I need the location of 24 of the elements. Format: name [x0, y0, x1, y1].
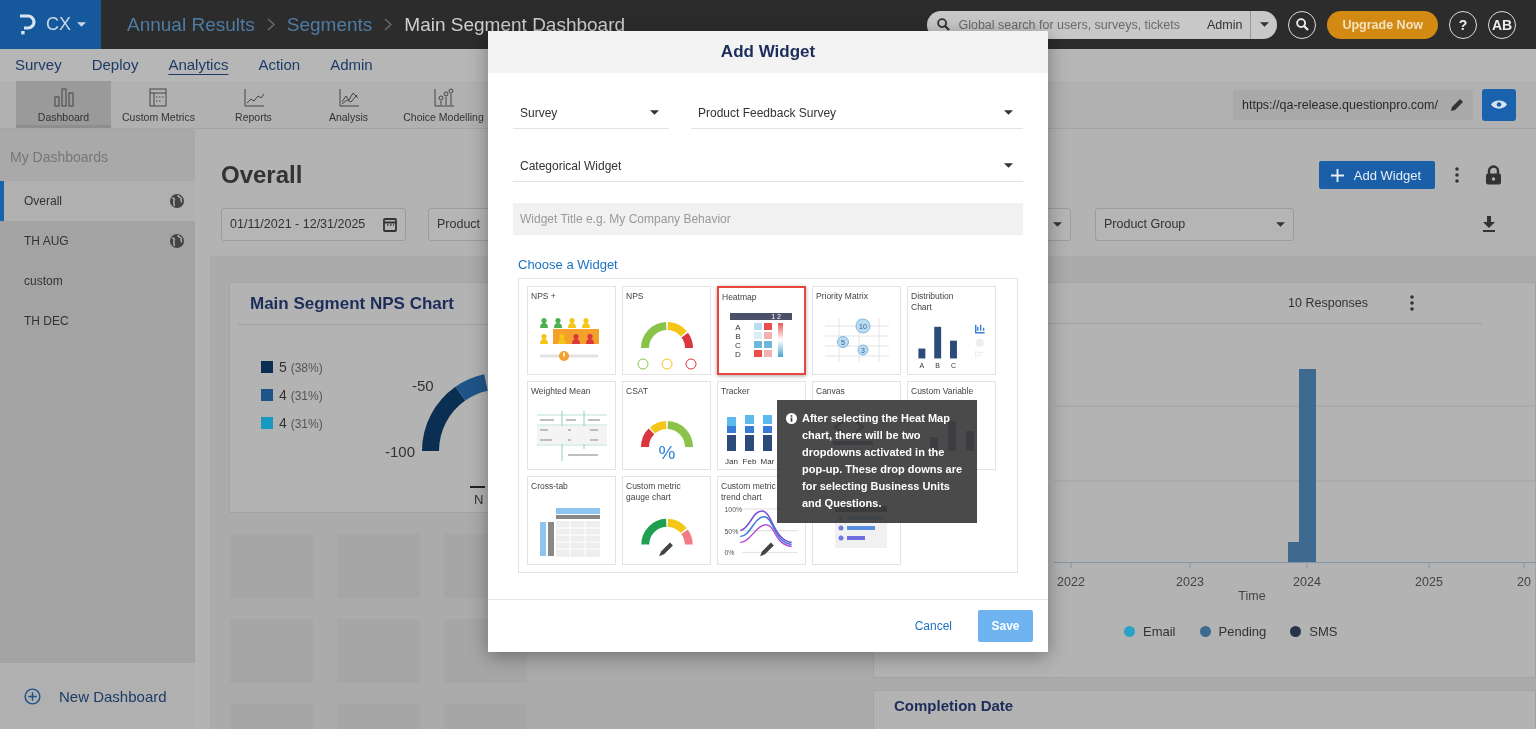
dialog-title: Add Widget: [720, 42, 816, 62]
legend-label: 4 (31%): [279, 387, 323, 403]
legend-label: 5 (38%): [279, 359, 323, 375]
axis-tick-label: 2022: [1057, 575, 1085, 589]
axis-title: Time: [1238, 589, 1266, 603]
card-title: Main Segment NPS Chart: [250, 293, 455, 314]
axis-tick-label: 2024: [1293, 575, 1321, 589]
gauge-drawing: %: [628, 407, 705, 467]
axis-label: N: [474, 492, 484, 507]
gauge-label: -50: [412, 377, 434, 394]
gauge-label: -100: [385, 443, 416, 460]
url-text: https://qa-release.questionpro.com/: [1242, 97, 1438, 112]
axis-tick-label: 2023: [1176, 575, 1204, 589]
section-heading: Choose a Widget: [518, 257, 619, 273]
legend-label: SMS: [1309, 624, 1338, 639]
legend-label: Pending: [1218, 624, 1267, 639]
page-title: Overall: [221, 161, 303, 189]
breadcrumb-current: Main Segment Dashboard: [404, 13, 626, 36]
axis-tick-label: 20: [1517, 575, 1531, 589]
legend-label: 4 (31%): [279, 415, 323, 431]
axis-tick-label: 2025: [1415, 575, 1443, 589]
legend-label: Email: [1143, 624, 1176, 639]
card-title: Completion Date: [894, 697, 1014, 714]
response-count: 10 Responses: [1288, 296, 1368, 310]
